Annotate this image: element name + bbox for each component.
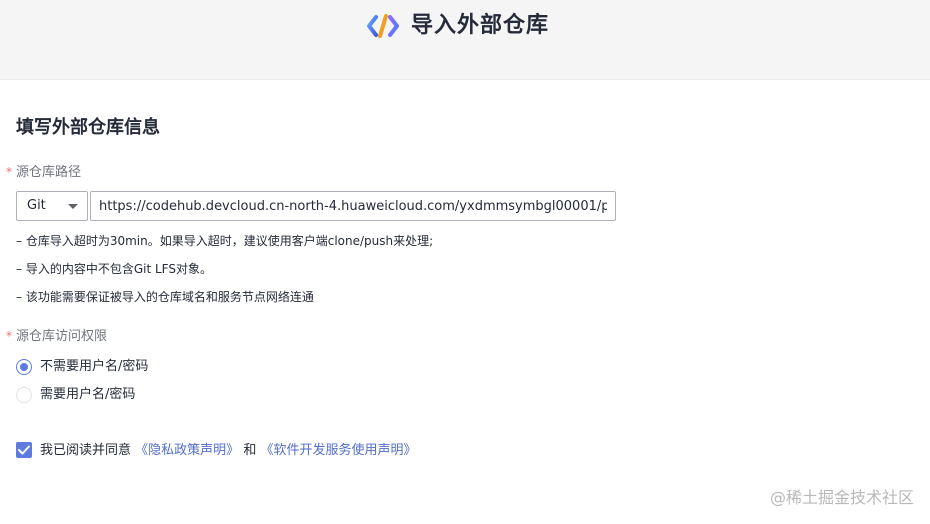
note-lfs: – 导入的内容中不包含Git LFS对象。 <box>16 262 212 276</box>
chevron-down-icon <box>68 204 78 209</box>
agreement-conjunction: 和 <box>243 443 257 458</box>
note-timeout: – 仓库导入超时为30min。如果导入超时，建议使用客户端clone/push来… <box>16 234 434 248</box>
agreement-prefix: 我已阅读并同意 <box>40 443 132 458</box>
note-network: – 该功能需要保证被导入的仓库域名和服务节点网络连通 <box>16 290 314 304</box>
watermark: @稀土掘金技术社区 <box>769 488 914 507</box>
repo-url-input[interactable] <box>90 191 616 221</box>
radio-unchecked-icon[interactable] <box>16 387 32 403</box>
repo-type-select[interactable]: Git <box>16 191 88 221</box>
required-mark: * <box>6 165 12 179</box>
codearts-logo-icon <box>367 14 399 38</box>
privacy-policy-link[interactable]: 《隐私政策声明》 <box>135 443 239 458</box>
access-label-text: 源仓库访问权限 <box>16 329 108 344</box>
repo-type-value: Git <box>27 198 46 213</box>
repo-path-label: * 源仓库路径 <box>6 163 81 182</box>
check-icon <box>18 445 30 455</box>
service-statement-link[interactable]: 《软件开发服务使用声明》 <box>260 443 416 458</box>
access-label: * 源仓库访问权限 <box>6 327 107 346</box>
repo-path-label-text: 源仓库路径 <box>16 165 82 180</box>
agreement-text: 我已阅读并同意 《隐私政策声明》 和 《软件开发服务使用声明》 <box>40 442 416 460</box>
radio-label: 需要用户名/密码 <box>40 387 136 402</box>
radio-label: 不需要用户名/密码 <box>40 359 149 374</box>
section-title: 填写外部仓库信息 <box>16 117 160 138</box>
page-header: 导入外部仓库 <box>0 0 930 80</box>
radio-checked-icon[interactable] <box>16 359 32 375</box>
page-title: 导入外部仓库 <box>411 13 550 38</box>
agreement-checkbox[interactable] <box>16 442 32 458</box>
required-mark: * <box>6 329 12 343</box>
